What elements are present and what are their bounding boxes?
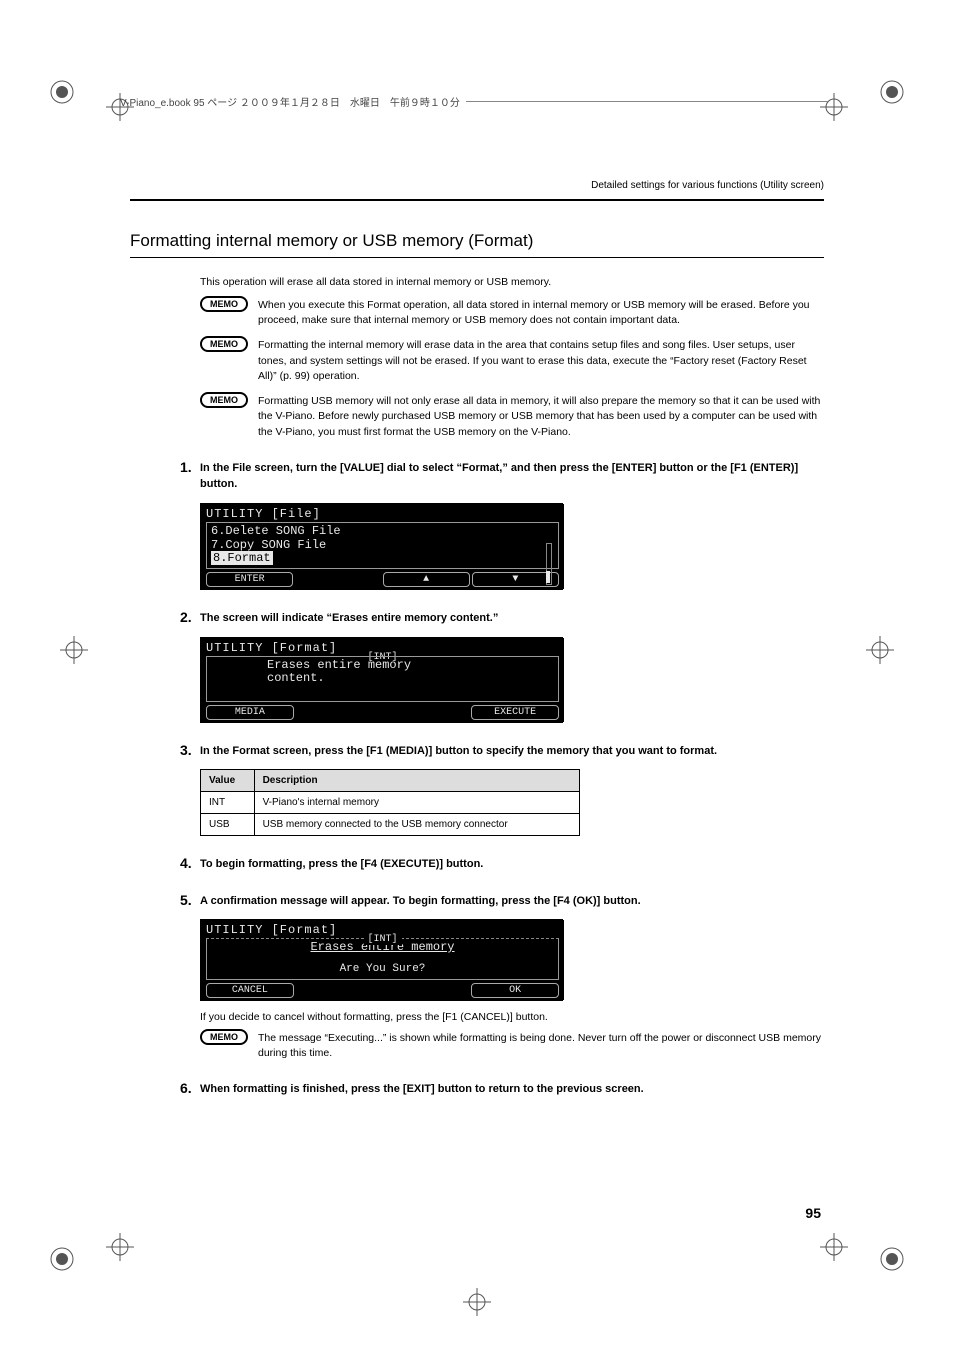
section-title: Formatting internal memory or USB memory… bbox=[130, 231, 824, 251]
memo-badge: MEMO bbox=[200, 336, 248, 352]
step-number: 5. bbox=[180, 893, 200, 908]
crop-mark-icon bbox=[878, 1245, 906, 1273]
table-row: USB USB memory connected to the USB memo… bbox=[201, 814, 580, 836]
step-3: 3. In the Format screen, press the [F1 (… bbox=[180, 743, 824, 760]
memo-badge: MEMO bbox=[200, 1029, 248, 1045]
registration-mark-icon bbox=[60, 636, 88, 664]
step-number: 1. bbox=[180, 460, 200, 475]
registration-mark-icon bbox=[820, 1233, 848, 1261]
lcd-screenshot-file: UTILITY [File] 6.Delete SONG File 7.Copy… bbox=[200, 503, 563, 590]
lcd-line-selected: 8.Format bbox=[211, 551, 273, 565]
lcd-body-line: Erases entire memory bbox=[267, 659, 554, 673]
chapter-rule bbox=[130, 199, 824, 201]
memo-badge: MEMO bbox=[200, 296, 248, 312]
book-page-info: V-Piano_e.book 95 ページ ２００９年１月２８日 水曜日 午前９… bbox=[120, 94, 460, 109]
memo-text: Formatting USB memory will not only eras… bbox=[258, 394, 824, 440]
memo-block: MEMO Formatting the internal memory will… bbox=[200, 338, 824, 384]
lcd-confirm-message: Are You Sure? bbox=[211, 963, 554, 975]
memo-text: When you execute this Format operation, … bbox=[258, 298, 824, 328]
step-text: In the Format screen, press the [F1 (MED… bbox=[200, 743, 824, 760]
crop-mark-icon bbox=[878, 78, 906, 106]
table-cell: USB memory connected to the USB memory c… bbox=[254, 814, 579, 836]
lcd-softkey-blank bbox=[296, 705, 382, 720]
section-rule bbox=[130, 257, 824, 258]
step-number: 3. bbox=[180, 743, 200, 758]
table-row: INT V-Piano's internal memory bbox=[201, 792, 580, 814]
lcd-screenshot-confirm: UTILITY [Format] [INT] Erases entire mem… bbox=[200, 919, 563, 1001]
lcd-line: 6.Delete SONG File bbox=[211, 525, 554, 539]
lcd-softkey-blank bbox=[384, 983, 470, 998]
lcd-body-line: content. bbox=[267, 672, 554, 686]
memo-text: The message “Executing...” is shown whil… bbox=[258, 1031, 824, 1061]
step-text: To begin formatting, press the [F4 (EXEC… bbox=[200, 856, 824, 873]
table-cell: INT bbox=[201, 792, 255, 814]
table-cell: V-Piano's internal memory bbox=[254, 792, 579, 814]
lcd-softkey-media: MEDIA bbox=[206, 705, 294, 720]
memo-badge: MEMO bbox=[200, 392, 248, 408]
step-number: 6. bbox=[180, 1081, 200, 1096]
header-rule bbox=[466, 101, 828, 102]
lcd-scrollbar bbox=[546, 543, 552, 585]
lcd-softkey-enter: ENTER bbox=[206, 572, 293, 587]
step-number: 2. bbox=[180, 610, 200, 625]
step-6: 6. When formatting is finished, press th… bbox=[180, 1081, 824, 1098]
crop-mark-icon bbox=[48, 1245, 76, 1273]
step-text: The screen will indicate “Erases entire … bbox=[200, 610, 824, 627]
memo-block: MEMO Formatting USB memory will not only… bbox=[200, 394, 824, 440]
step-1: 1. In the File screen, turn the [VALUE] … bbox=[180, 460, 824, 493]
step-5: 5. A confirmation message will appear. T… bbox=[180, 893, 824, 910]
memo-text: Formatting the internal memory will eras… bbox=[258, 338, 824, 384]
value-table: Value Description INT V-Piano's internal… bbox=[200, 769, 580, 836]
lcd-softkey-execute: EXECUTE bbox=[471, 705, 559, 720]
table-header: Value bbox=[201, 770, 255, 792]
table-header: Description bbox=[254, 770, 579, 792]
chapter-header: Detailed settings for various functions … bbox=[130, 180, 824, 191]
lcd-softkey-cancel: CANCEL bbox=[206, 983, 294, 998]
memo-block: MEMO The message “Executing...” is shown… bbox=[200, 1031, 824, 1061]
step-2: 2. The screen will indicate “Erases enti… bbox=[180, 610, 824, 627]
step-number: 4. bbox=[180, 856, 200, 871]
registration-mark-icon bbox=[106, 1233, 134, 1261]
lcd-title: UTILITY [File] bbox=[206, 507, 559, 521]
lcd-line: 7.Copy SONG File bbox=[211, 539, 554, 553]
step-text: In the File screen, turn the [VALUE] dia… bbox=[200, 460, 824, 493]
lcd-softkey-up: ▲ bbox=[383, 572, 470, 587]
lcd-screenshot-format: UTILITY [Format] [INT] Erases entire mem… bbox=[200, 637, 563, 723]
registration-mark-icon bbox=[463, 1288, 491, 1316]
lcd-softkey-ok: OK bbox=[471, 983, 559, 998]
lcd-softkey-blank bbox=[296, 983, 382, 998]
lcd-softkey-blank bbox=[295, 572, 380, 587]
step-text: When formatting is finished, press the [… bbox=[200, 1081, 824, 1098]
intro-text: This operation will erase all data store… bbox=[200, 276, 824, 288]
memo-block: MEMO When you execute this Format operat… bbox=[200, 298, 824, 328]
page-number: 95 bbox=[805, 1205, 821, 1221]
registration-mark-icon bbox=[866, 636, 894, 664]
print-header: V-Piano_e.book 95 ページ ２００９年１月２８日 水曜日 午前９… bbox=[120, 92, 834, 110]
crop-mark-icon bbox=[48, 78, 76, 106]
table-cell: USB bbox=[201, 814, 255, 836]
lcd-subtitle: [INT] bbox=[363, 934, 401, 945]
lcd-softkey-blank bbox=[384, 705, 470, 720]
step-4: 4. To begin formatting, press the [F4 (E… bbox=[180, 856, 824, 873]
cancel-note: If you decide to cancel without formatti… bbox=[200, 1011, 824, 1023]
step-text: A confirmation message will appear. To b… bbox=[200, 893, 824, 910]
